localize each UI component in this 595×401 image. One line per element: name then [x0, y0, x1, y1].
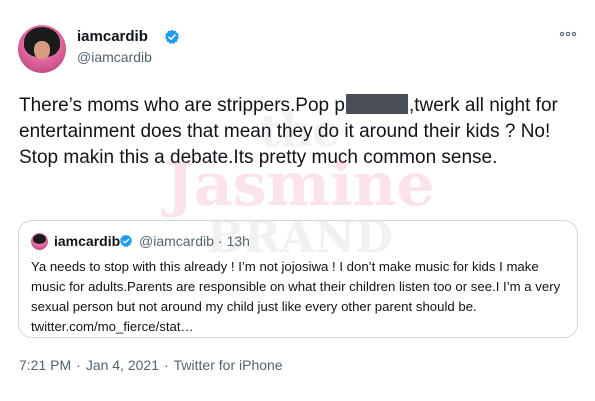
avatar-face [34, 41, 50, 59]
tweet-date[interactable]: Jan 4, 2021 [86, 357, 159, 373]
redaction-bar [345, 94, 408, 114]
quoted-author-avatar [31, 233, 48, 250]
quoted-time-ago: 13h [226, 233, 250, 249]
verified-badge-icon [165, 29, 179, 44]
quoted-tweet-text: Ya needs to stop with this already ! I’m… [31, 259, 561, 334]
footer-separator-2: · [163, 357, 169, 373]
more-options-icon[interactable] [558, 27, 578, 41]
tweet-footer: 7:21 PM · Jan 4, 2021 · Twitter for iPhone [19, 357, 288, 373]
tweet-text-part-1: There’s moms who are strippers.Pop p [19, 95, 345, 116]
author-name[interactable]: iamcardib [77, 28, 148, 45]
tweet-card: iamcardib @iamcardib There’s moms who ar… [0, 0, 595, 401]
quoted-tweet[interactable]: iamcardib @iamcardib · 13h Ya needs to sto… [18, 220, 578, 338]
tweet-time[interactable]: 7:21 PM [19, 357, 71, 373]
quoted-verified-badge-icon [119, 234, 133, 248]
quoted-separator: · [217, 233, 223, 249]
quoted-author-handle: @iamcardib [139, 233, 214, 249]
quoted-avatar-hair [33, 234, 46, 244]
quoted-author-name: iamcardib [54, 233, 121, 249]
author-handle[interactable]: @iamcardib [77, 49, 152, 65]
quoted-meta: @iamcardib · 13h [139, 233, 254, 249]
tweet-client[interactable]: Twitter for iPhone [174, 357, 283, 373]
footer-separator-1: · [76, 357, 81, 373]
tweet-text: There’s moms who are strippers.Pop p ,twe… [19, 93, 579, 171]
author-avatar[interactable] [18, 25, 66, 73]
